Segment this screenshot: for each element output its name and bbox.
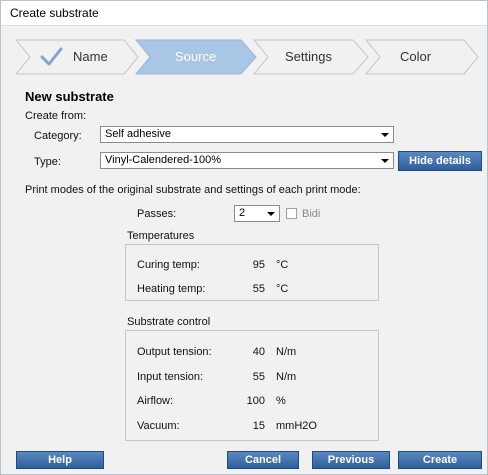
- create-from-label: Create from:: [25, 110, 87, 122]
- temperatures-group: Curing temp: 95 °C Heating temp: 55 °C: [125, 244, 379, 301]
- hide-details-button[interactable]: Hide details: [398, 151, 482, 171]
- create-substrate-window: Create substrate Name Source Settings Co…: [0, 0, 488, 475]
- vacuum-unit: mmH2O: [276, 420, 317, 432]
- section-title: New substrate: [25, 89, 114, 104]
- substrate-control-group: Output tension: 40 N/m Input tension: 55…: [125, 330, 379, 441]
- print-modes-text: Print modes of the original substrate an…: [25, 184, 361, 196]
- type-label: Type:: [34, 156, 61, 168]
- input-tension-unit: N/m: [276, 371, 297, 383]
- curing-temp-unit: °C: [276, 259, 289, 271]
- category-select[interactable]: Self adhesive: [100, 126, 394, 143]
- chevron-down-icon: [381, 133, 389, 137]
- vacuum-label: Vacuum:: [137, 420, 180, 432]
- chevron-down-icon: [267, 212, 275, 216]
- previous-button[interactable]: Previous: [312, 451, 390, 469]
- substrate-control-title: Substrate control: [127, 316, 211, 328]
- output-tension-value: 40: [252, 346, 265, 358]
- airflow-unit: %: [276, 395, 286, 407]
- title-bar: Create substrate: [1, 1, 487, 26]
- chevron-down-icon: [381, 159, 389, 163]
- help-button[interactable]: Help: [16, 451, 104, 469]
- passes-label: Passes:: [137, 208, 177, 220]
- wizard-steps: Name Source Settings Color: [16, 39, 486, 75]
- curing-temp-value: 95: [252, 259, 265, 271]
- passes-select-value: 2: [239, 207, 246, 219]
- input-tension-label: Input tension:: [137, 371, 204, 383]
- airflow-label: Airflow:: [137, 395, 174, 407]
- create-button[interactable]: Create: [398, 451, 482, 469]
- heating-temp-label: Heating temp:: [137, 283, 206, 295]
- heating-temp-value: 55: [252, 283, 265, 295]
- wizard-step-source[interactable]: Source: [175, 49, 216, 64]
- type-select-value: Vinyl-Calendered-100%: [105, 154, 221, 166]
- window-title: Create substrate: [10, 6, 99, 20]
- heating-temp-unit: °C: [276, 283, 289, 295]
- output-tension-unit: N/m: [276, 346, 297, 358]
- temperatures-title: Temperatures: [127, 230, 195, 242]
- category-label: Category:: [34, 130, 82, 142]
- button-bar: Help Cancel Previous Create: [1, 447, 487, 474]
- output-tension-label: Output tension:: [137, 346, 212, 358]
- bidi-checkbox[interactable]: [286, 208, 297, 219]
- wizard-step-settings[interactable]: Settings: [285, 49, 332, 64]
- airflow-value: 100: [246, 395, 265, 407]
- curing-temp-label: Curing temp:: [137, 259, 200, 271]
- wizard-step-name[interactable]: Name: [73, 49, 108, 64]
- vacuum-value: 15: [252, 420, 265, 432]
- cancel-button[interactable]: Cancel: [227, 451, 299, 469]
- category-select-value: Self adhesive: [105, 128, 172, 140]
- bidi-label: Bidi: [302, 208, 321, 220]
- type-select[interactable]: Vinyl-Calendered-100%: [100, 152, 394, 169]
- wizard-step-color[interactable]: Color: [400, 49, 431, 64]
- input-tension-value: 55: [252, 371, 265, 383]
- passes-select[interactable]: 2: [234, 205, 280, 222]
